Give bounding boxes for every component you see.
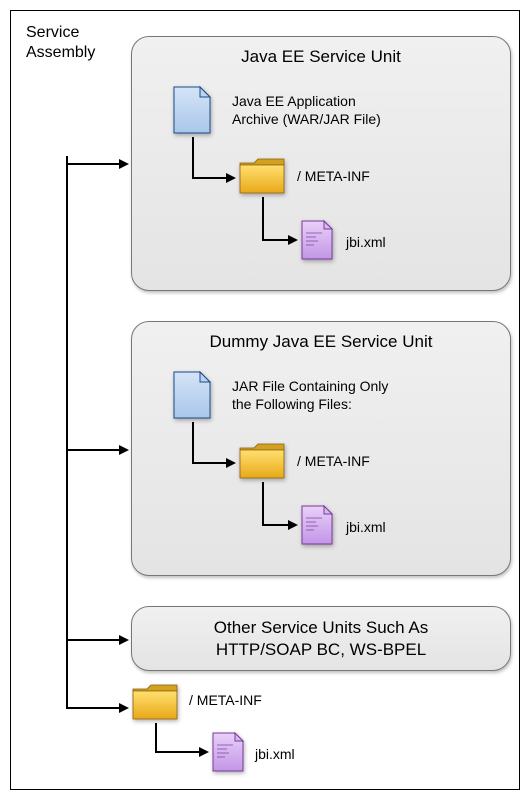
java-ee-service-unit-box: Java EE Service Unit Java EE Application… <box>131 36 511 291</box>
bot-folder-xml-h <box>155 751 199 753</box>
u1-folder-xml-v <box>262 197 264 239</box>
folder-icon <box>238 442 286 480</box>
u1-doc-folder-head <box>226 173 236 183</box>
service-assembly-label: Service Assembly <box>26 23 95 63</box>
u2-doc-folder-v <box>192 422 194 462</box>
xml-file-icon <box>211 731 245 773</box>
bot-folder-xml-v <box>155 723 157 753</box>
u2-doc-folder-head <box>226 458 236 468</box>
arrow-to-unit3-line <box>66 639 119 641</box>
u1-folder-xml-h <box>262 239 288 241</box>
u1-doc-folder-v <box>192 137 194 177</box>
xml-file-icon <box>300 219 334 261</box>
dummy-java-ee-service-unit-box: Dummy Java EE Service Unit JAR File Cont… <box>131 321 511 576</box>
arrow-to-bottom-head <box>119 703 129 713</box>
document-icon <box>172 370 212 420</box>
u2-doc-folder-h <box>192 462 226 464</box>
service-assembly-box: Service Assembly Java EE Service Unit Ja… <box>10 10 520 790</box>
u2-folder-xml-head <box>288 520 298 530</box>
unit2-metainf-label: / META-INF <box>297 452 370 470</box>
other-service-units-box: Other Service Units Such As HTTP/SOAP BC… <box>131 606 511 671</box>
u2-folder-xml-h <box>262 524 288 526</box>
xml-file-icon <box>300 504 334 546</box>
unit1-archive-label: Java EE Application Archive (WAR/JAR Fil… <box>232 92 381 128</box>
folder-icon <box>238 157 286 195</box>
arrow-to-unit1-head <box>119 159 129 169</box>
unit2-title: Dummy Java EE Service Unit <box>132 332 510 352</box>
arrow-to-unit3-head <box>119 635 129 645</box>
unit1-title: Java EE Service Unit <box>132 47 510 67</box>
arrow-to-unit2-line <box>66 449 119 451</box>
u1-folder-xml-head <box>288 235 298 245</box>
unit3-title: Other Service Units Such As HTTP/SOAP BC… <box>162 617 480 661</box>
folder-icon <box>131 683 179 721</box>
bottom-metainf-label: / META-INF <box>189 691 262 709</box>
arrow-to-bottom-line <box>66 707 119 709</box>
unit2-jbi-label: jbi.xml <box>346 518 386 536</box>
unit1-jbi-label: jbi.xml <box>346 233 386 251</box>
arrow-to-unit2-head <box>119 445 129 455</box>
u2-folder-xml-v <box>262 482 264 524</box>
arrow-to-unit1-line <box>66 163 119 165</box>
document-icon <box>172 85 212 135</box>
bot-folder-xml-head <box>199 747 209 757</box>
u1-doc-folder-h <box>192 177 226 179</box>
unit2-archive-label: JAR File Containing Only the Following F… <box>232 377 388 413</box>
trunk-line <box>66 156 68 709</box>
unit1-metainf-label: / META-INF <box>297 167 370 185</box>
bottom-jbi-label: jbi.xml <box>255 745 295 763</box>
